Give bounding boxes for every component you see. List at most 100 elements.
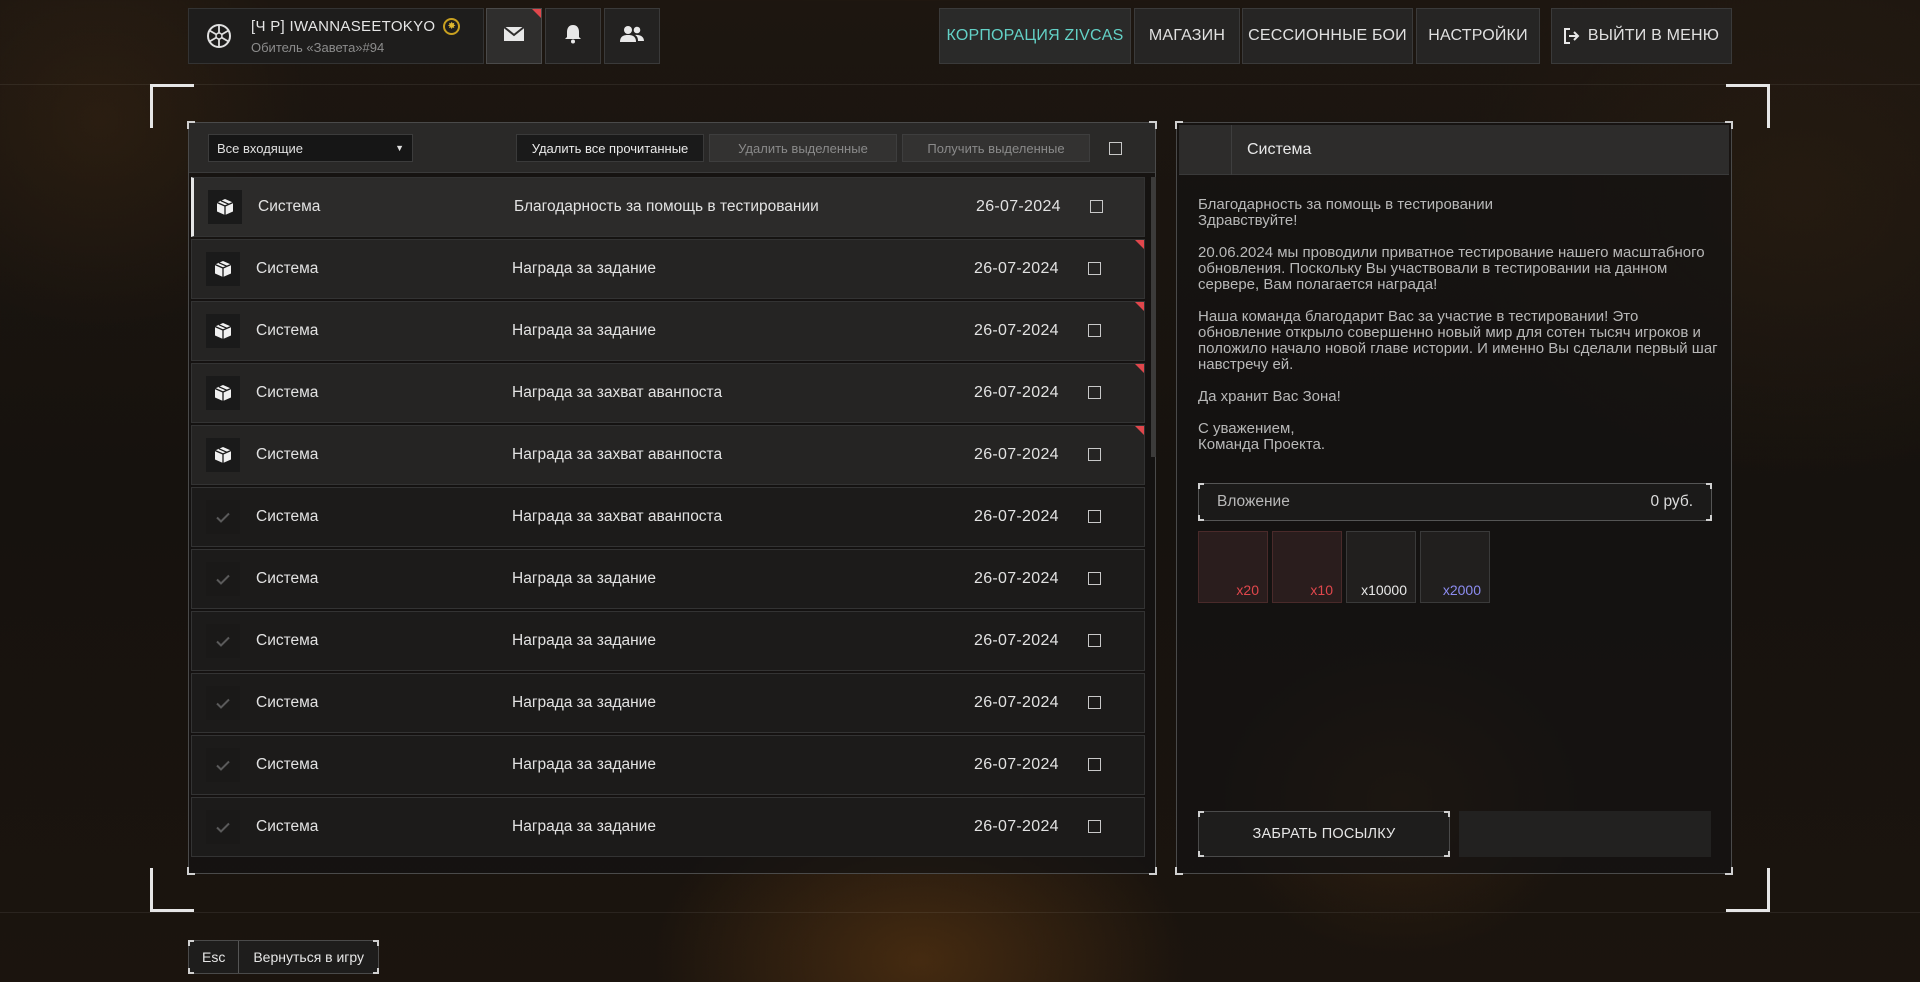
mail-row[interactable]: Система Награда за задание 26-07-2024	[191, 797, 1145, 857]
mail-row[interactable]: Система Награда за задание 26-07-2024	[191, 301, 1145, 361]
read-check-icon	[206, 748, 240, 782]
attachment-label: Вложение	[1217, 493, 1290, 510]
attachment-item-qty: x10	[1310, 582, 1333, 598]
mail-sender: Система	[256, 632, 319, 649]
mail-date: 26-07-2024	[974, 570, 1059, 587]
back-to-game-label: Вернуться в игру	[253, 949, 365, 965]
select-all-checkbox[interactable]	[1109, 142, 1122, 155]
package-icon	[208, 190, 242, 224]
mail-detail-panel: Система Благодарность за помощь в тестир…	[1175, 121, 1733, 875]
mail-sender: Система	[256, 818, 319, 835]
mail-sender: Система	[256, 384, 319, 401]
nav-shop[interactable]: МАГАЗИН	[1134, 8, 1240, 64]
attachment-item[interactable]: x20	[1198, 531, 1268, 603]
mail-row-checkbox[interactable]	[1088, 386, 1101, 399]
mail-filter-select[interactable]: Все входящие ▼	[208, 134, 413, 162]
mail-body-paragraph: Наша команда благодарит Вас за участие в…	[1198, 308, 1718, 373]
mail-sender: Система	[256, 756, 319, 773]
mail-button[interactable]	[486, 8, 542, 64]
delete-read-button[interactable]: Удалить все прочитанные	[516, 134, 704, 162]
claim-package-label: ЗАБРАТЬ ПОСЫЛКУ	[1252, 826, 1396, 842]
new-mail-indicator	[1135, 426, 1144, 435]
player-clan: Обитель «Завета»#94	[251, 39, 385, 55]
mail-row-checkbox[interactable]	[1088, 634, 1101, 647]
exit-icon	[1563, 28, 1580, 44]
mail-subject: Награда за задание	[512, 694, 656, 711]
friends-button[interactable]	[604, 8, 660, 64]
package-icon	[206, 314, 240, 348]
mail-row[interactable]: Система Благодарность за помощь в тестиро…	[191, 177, 1145, 237]
mail-date: 26-07-2024	[976, 198, 1061, 215]
package-icon	[206, 376, 240, 410]
nav-corporation[interactable]: КОРПОРАЦИЯ ZIVCAS	[939, 8, 1131, 64]
mail-row-checkbox[interactable]	[1088, 448, 1101, 461]
attachment-item[interactable]: x10	[1272, 531, 1342, 603]
mail-filter-value: Все входящие	[217, 140, 304, 156]
mail-detail-header: Система	[1179, 124, 1729, 175]
new-indicator	[532, 9, 541, 18]
mail-row[interactable]: Система Награда за захват аванпоста 26-07-…	[191, 363, 1145, 423]
mail-row-checkbox[interactable]	[1088, 572, 1101, 585]
nav-settings[interactable]: НАСТРОЙКИ	[1416, 8, 1540, 64]
mail-subject: Награда за задание	[512, 756, 656, 773]
mail-body-paragraph: Благодарность за помощь в тестировании З…	[1198, 196, 1493, 229]
mail-subject: Награда за задание	[512, 322, 656, 339]
mail-row[interactable]: Система Награда за задание 26-07-2024	[191, 239, 1145, 299]
mail-sender: Система	[258, 198, 321, 215]
mail-subject: Награда за задание	[512, 260, 656, 277]
mail-date: 26-07-2024	[974, 446, 1059, 463]
attachment-item[interactable]: x2000	[1420, 531, 1490, 603]
nav-session-battles[interactable]: СЕССИОННЫЕ БОИ	[1242, 8, 1413, 64]
mail-row-checkbox[interactable]	[1088, 696, 1101, 709]
mail-row-checkbox[interactable]	[1088, 324, 1101, 337]
attachment-bar: Вложение 0 руб.	[1198, 483, 1712, 521]
mail-row[interactable]: Система Награда за задание 26-07-2024	[191, 549, 1145, 609]
mail-row[interactable]: Система Награда за захват аванпоста 26-07-…	[191, 425, 1145, 485]
caret-down-icon: ▼	[395, 143, 404, 153]
back-to-game-button[interactable]: Esc Вернуться в игру	[188, 940, 380, 974]
mail-subject: Благодарность за помощь в тестировании	[514, 198, 819, 215]
mail-body: Благодарность за помощь в тестировании З…	[1198, 197, 1718, 469]
mail-row[interactable]: Система Награда за задание 26-07-2024	[191, 673, 1145, 733]
mail-sender: Система	[256, 446, 319, 463]
mail-row-checkbox[interactable]	[1090, 200, 1103, 213]
friends-icon	[620, 25, 644, 48]
exit-label: ВЫЙТИ В МЕНЮ	[1587, 27, 1720, 44]
mail-date: 26-07-2024	[974, 384, 1059, 401]
notifications-button[interactable]	[545, 8, 601, 64]
mail-row-checkbox[interactable]	[1088, 758, 1101, 771]
delete-selected-button[interactable]: Удалить выделенные	[709, 134, 897, 162]
mail-body-paragraph: С уважением, Команда Проекта.	[1198, 420, 1326, 453]
mail-row[interactable]: Система Награда за задание 26-07-2024	[191, 735, 1145, 795]
mail-toolbar: Все входящие ▼ Удалить все прочитанные У…	[189, 123, 1155, 173]
mail-date: 26-07-2024	[974, 632, 1059, 649]
mail-date: 26-07-2024	[974, 694, 1059, 711]
new-mail-indicator	[1135, 364, 1144, 373]
mail-row[interactable]: Система Награда за захват аванпоста 26-07-…	[191, 487, 1145, 547]
player-name: [Ч P] IWANNASEETOKYO	[251, 17, 436, 35]
mail-row-checkbox[interactable]	[1088, 510, 1101, 523]
new-mail-indicator	[1135, 240, 1144, 249]
mail-list-scrollbar[interactable]	[1151, 177, 1156, 457]
mail-detail-sender: Система	[1247, 140, 1312, 158]
exit-to-menu-button[interactable]: ВЫЙТИ В МЕНЮ	[1551, 8, 1732, 64]
mail-date: 26-07-2024	[974, 322, 1059, 339]
read-check-icon	[206, 810, 240, 844]
attachment-item-qty: x2000	[1442, 582, 1481, 598]
mail-subject: Награда за задание	[512, 570, 656, 587]
mail-subject: Награда за захват аванпоста	[512, 384, 723, 401]
bell-icon	[564, 24, 582, 49]
mail-date: 26-07-2024	[974, 756, 1059, 773]
receive-selected-button[interactable]: Получить выделенные	[902, 134, 1090, 162]
rank-badge-icon: ✸	[443, 17, 461, 35]
mail-body-paragraph: Да хранит Вас Зона!	[1198, 388, 1341, 405]
attachment-item[interactable]: x10000	[1346, 531, 1416, 603]
mail-row[interactable]: Система Награда за задание 26-07-2024	[191, 611, 1145, 671]
player-profile[interactable]: [Ч P] IWANNASEETOKYO ✸ Обитель «Завета»#…	[188, 8, 484, 64]
mail-row-checkbox[interactable]	[1088, 262, 1101, 275]
mail-list-panel: Все входящие ▼ Удалить все прочитанные У…	[187, 121, 1157, 875]
mail-sender: Система	[256, 322, 319, 339]
mail-subject: Награда за задание	[512, 632, 656, 649]
mail-row-checkbox[interactable]	[1088, 820, 1101, 833]
claim-package-button[interactable]: ЗАБРАТЬ ПОСЫЛКУ	[1198, 811, 1450, 857]
